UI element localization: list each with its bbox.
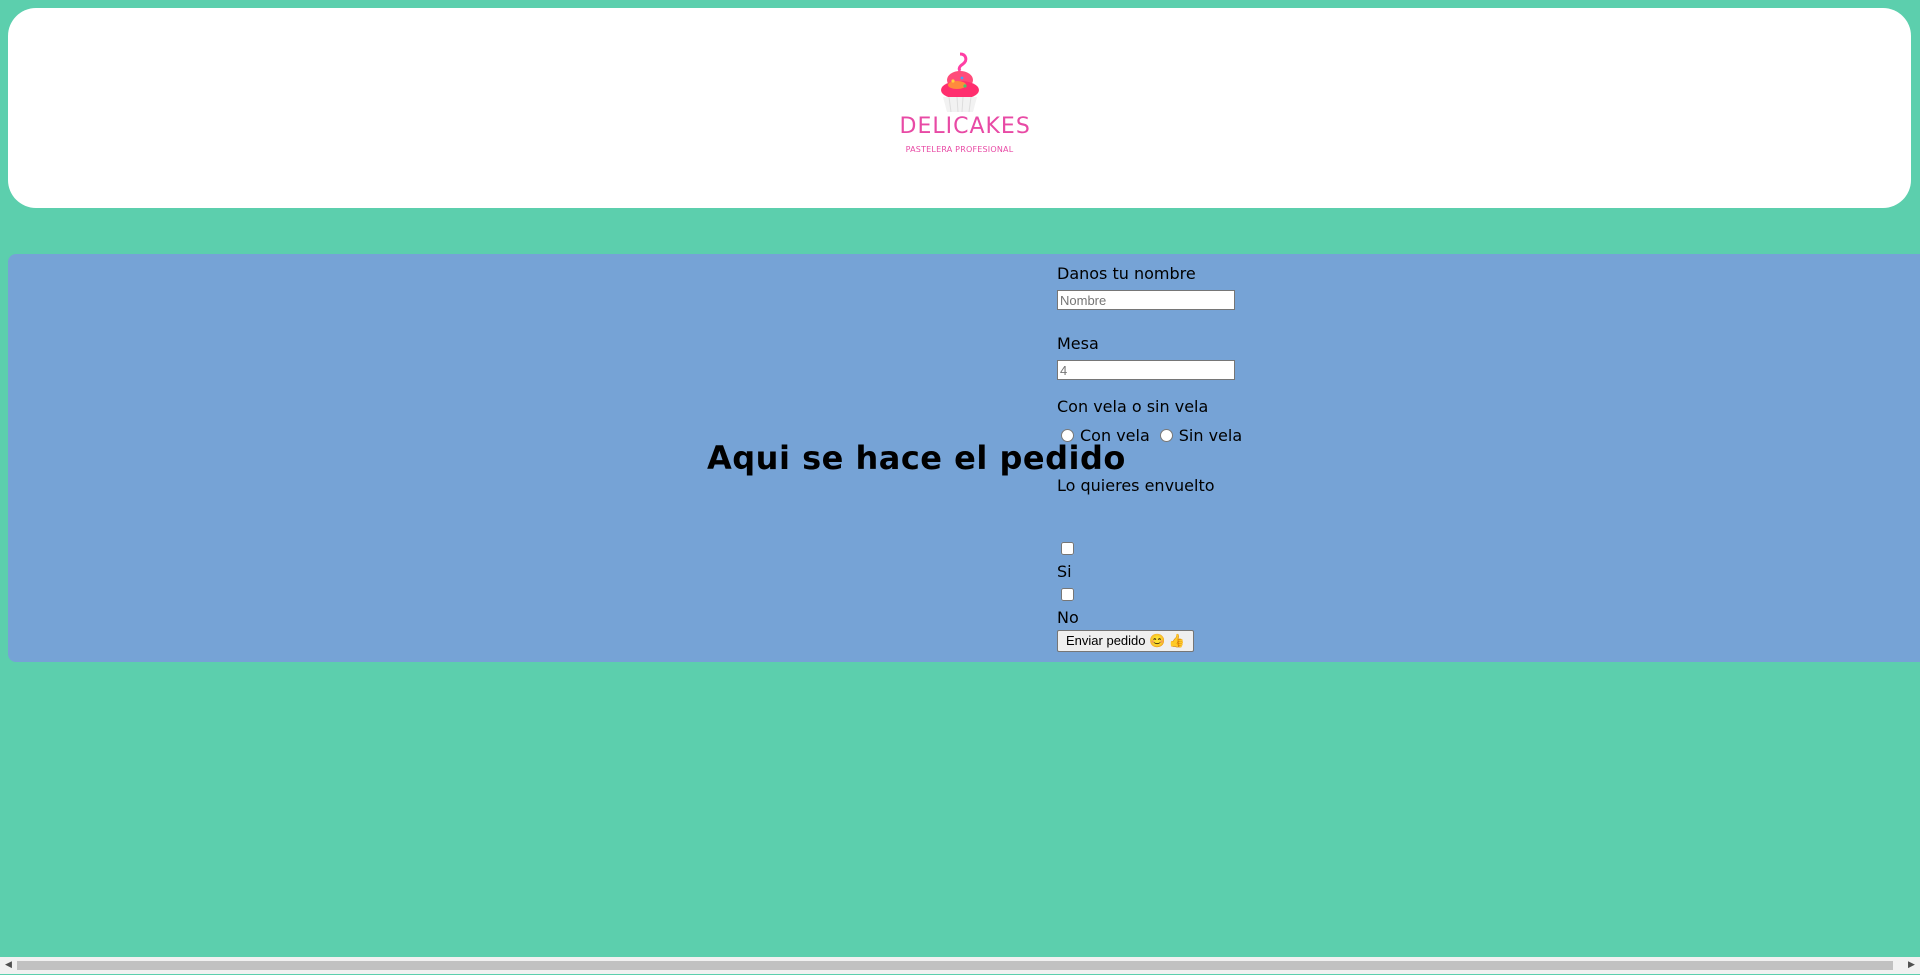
wrap-yes-checkbox[interactable] <box>1061 542 1074 555</box>
order-form: Danos tu nombre Mesa Con vela o sin vela… <box>1057 254 1357 662</box>
without-candle-radio[interactable] <box>1159 429 1173 442</box>
candle-options: Con vela Sin vela <box>1057 426 1248 445</box>
table-input[interactable] <box>1057 360 1235 380</box>
wrap-no-label: No <box>1057 608 1079 627</box>
horizontal-scrollbar[interactable]: ◀ ▶ <box>0 957 1920 974</box>
arrow-left-icon[interactable]: ◀ <box>0 957 17 974</box>
with-candle-radio[interactable] <box>1061 429 1074 442</box>
name-label: Danos tu nombre <box>1057 264 1196 283</box>
wrap-label: Lo quieres envuelto <box>1057 476 1215 495</box>
wrap-yes-label: Si <box>1057 562 1072 581</box>
cupcake-icon <box>940 52 979 113</box>
submit-order-button[interactable]: Enviar pedido 😊 👍 <box>1057 630 1195 652</box>
scrollbar-thumb[interactable] <box>17 961 1893 970</box>
with-candle-label: Con vela <box>1080 426 1150 445</box>
delicakes-logo: DELICAKES PASTELERA PROFESIONAL <box>899 50 1031 170</box>
table-label: Mesa <box>1057 334 1099 353</box>
without-candle-label: Sin vela <box>1178 426 1243 445</box>
arrow-right-icon[interactable]: ▶ <box>1903 957 1920 974</box>
logo-tagline: PASTELERA PROFESIONAL <box>905 145 1014 154</box>
site-header: DELICAKES PASTELERA PROFESIONAL <box>8 8 1911 208</box>
order-section: Aqui se hace el pedido Danos tu nombre M… <box>8 254 1920 662</box>
wrap-no-checkbox[interactable] <box>1061 588 1074 601</box>
candle-label: Con vela o sin vela <box>1057 397 1209 416</box>
name-input[interactable] <box>1057 290 1235 310</box>
logo-wordmark: DELICAKES <box>899 114 1031 139</box>
